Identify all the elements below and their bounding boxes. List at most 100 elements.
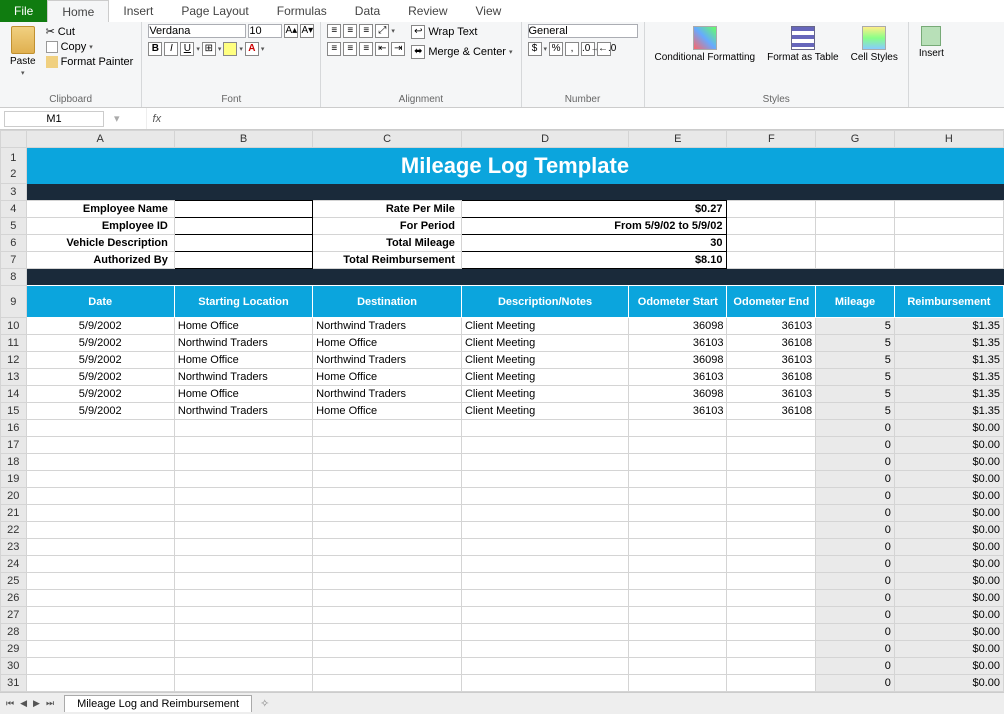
name-box[interactable] bbox=[4, 111, 104, 127]
cell[interactable]: $1.35 bbox=[894, 335, 1003, 352]
cell[interactable]: 0 bbox=[816, 624, 895, 641]
tab-formulas[interactable]: Formulas bbox=[263, 0, 341, 22]
cell[interactable]: 0 bbox=[816, 454, 895, 471]
row-header[interactable]: 12 bbox=[1, 148, 27, 184]
cell[interactable] bbox=[629, 658, 727, 675]
cell[interactable] bbox=[313, 607, 462, 624]
cell[interactable] bbox=[461, 522, 628, 539]
cell[interactable]: 5/9/2002 bbox=[26, 386, 174, 403]
cell[interactable]: $0.00 bbox=[894, 505, 1003, 522]
cell[interactable]: $0.00 bbox=[894, 454, 1003, 471]
cell[interactable] bbox=[26, 573, 174, 590]
cell[interactable] bbox=[894, 201, 1003, 218]
cell[interactable]: $0.27 bbox=[461, 201, 727, 218]
cell[interactable] bbox=[174, 471, 312, 488]
cell[interactable] bbox=[174, 675, 312, 692]
cell[interactable]: $8.10 bbox=[461, 252, 727, 269]
cell[interactable]: Client Meeting bbox=[461, 403, 628, 420]
cell[interactable] bbox=[26, 539, 174, 556]
cell[interactable]: 0 bbox=[816, 522, 895, 539]
row-header[interactable]: 3 bbox=[1, 184, 27, 201]
row-header[interactable]: 30 bbox=[1, 658, 27, 675]
cell[interactable]: Employee Name bbox=[26, 201, 174, 218]
insert-button[interactable]: Insert bbox=[915, 24, 948, 61]
cell[interactable]: Client Meeting bbox=[461, 369, 628, 386]
cell[interactable] bbox=[727, 522, 816, 539]
cell[interactable]: Total Mileage bbox=[313, 235, 462, 252]
fx-button[interactable]: fx bbox=[146, 108, 168, 129]
cell[interactable]: $1.35 bbox=[894, 403, 1003, 420]
cell[interactable]: $1.35 bbox=[894, 318, 1003, 335]
cell[interactable] bbox=[461, 641, 628, 658]
cell[interactable]: Northwind Traders bbox=[174, 369, 312, 386]
row-header[interactable]: 7 bbox=[1, 252, 27, 269]
paste-button[interactable]: Paste ▾ bbox=[6, 24, 40, 79]
row-header[interactable]: 14 bbox=[1, 386, 27, 403]
cell[interactable]: Northwind Traders bbox=[313, 352, 462, 369]
align-left-button[interactable]: ≡ bbox=[327, 42, 341, 56]
cell[interactable] bbox=[461, 471, 628, 488]
cell[interactable]: 5/9/2002 bbox=[26, 352, 174, 369]
cell[interactable]: Home Office bbox=[174, 318, 312, 335]
format-as-table-button[interactable]: Format as Table bbox=[763, 24, 843, 65]
cell[interactable]: $0.00 bbox=[894, 590, 1003, 607]
cell[interactable]: Client Meeting bbox=[461, 335, 628, 352]
cell[interactable]: 5 bbox=[816, 335, 895, 352]
cell[interactable] bbox=[26, 269, 1004, 286]
cell[interactable]: Authorized By bbox=[26, 252, 174, 269]
cell[interactable] bbox=[629, 420, 727, 437]
cell[interactable] bbox=[727, 573, 816, 590]
cell[interactable] bbox=[727, 488, 816, 505]
cell[interactable] bbox=[174, 624, 312, 641]
cell[interactable] bbox=[629, 488, 727, 505]
cell[interactable] bbox=[629, 573, 727, 590]
cell[interactable]: 0 bbox=[816, 607, 895, 624]
cell[interactable] bbox=[26, 454, 174, 471]
cell[interactable] bbox=[727, 437, 816, 454]
cell[interactable] bbox=[174, 607, 312, 624]
cell[interactable] bbox=[727, 675, 816, 692]
cell[interactable]: Starting Location bbox=[174, 286, 312, 318]
cell[interactable] bbox=[26, 420, 174, 437]
comma-button[interactable]: , bbox=[565, 42, 579, 56]
cell[interactable]: Vehicle Description bbox=[26, 235, 174, 252]
cell[interactable] bbox=[174, 437, 312, 454]
cell[interactable]: 36108 bbox=[727, 403, 816, 420]
wrap-text-button[interactable]: ↩ Wrap Text bbox=[409, 24, 514, 40]
cell[interactable] bbox=[727, 505, 816, 522]
chevron-down-icon[interactable]: ▾ bbox=[391, 27, 395, 35]
cell[interactable]: 5 bbox=[816, 369, 895, 386]
row-header[interactable]: 9 bbox=[1, 286, 27, 318]
cell[interactable] bbox=[816, 252, 895, 269]
currency-button[interactable]: $ bbox=[528, 42, 542, 56]
cell[interactable] bbox=[26, 488, 174, 505]
cell[interactable] bbox=[26, 641, 174, 658]
cell[interactable]: Home Office bbox=[174, 386, 312, 403]
cell[interactable] bbox=[174, 658, 312, 675]
cell[interactable]: 0 bbox=[816, 641, 895, 658]
bold-button[interactable]: B bbox=[148, 42, 162, 56]
cell[interactable]: Destination bbox=[313, 286, 462, 318]
cell[interactable] bbox=[461, 607, 628, 624]
cell[interactable]: $0.00 bbox=[894, 675, 1003, 692]
cell[interactable]: $0.00 bbox=[894, 573, 1003, 590]
cell[interactable] bbox=[629, 454, 727, 471]
select-all-corner[interactable] bbox=[1, 131, 27, 148]
cell[interactable] bbox=[727, 201, 816, 218]
row-header[interactable]: 8 bbox=[1, 269, 27, 286]
cell[interactable]: $0.00 bbox=[894, 420, 1003, 437]
row-header[interactable]: 20 bbox=[1, 488, 27, 505]
cell[interactable]: 0 bbox=[816, 590, 895, 607]
cell[interactable] bbox=[816, 235, 895, 252]
cell[interactable]: $0.00 bbox=[894, 522, 1003, 539]
chevron-down-icon[interactable]: ▾ bbox=[196, 45, 200, 53]
tab-home[interactable]: Home bbox=[47, 0, 109, 22]
column-header[interactable]: C bbox=[313, 131, 462, 148]
cell[interactable]: Northwind Traders bbox=[174, 335, 312, 352]
row-header[interactable]: 17 bbox=[1, 437, 27, 454]
formula-input[interactable] bbox=[167, 113, 1004, 125]
align-bottom-button[interactable]: ≡ bbox=[359, 24, 373, 38]
cell[interactable] bbox=[629, 607, 727, 624]
merge-center-button[interactable]: ⬌ Merge & Center ▾ bbox=[409, 44, 514, 60]
cell[interactable] bbox=[461, 539, 628, 556]
